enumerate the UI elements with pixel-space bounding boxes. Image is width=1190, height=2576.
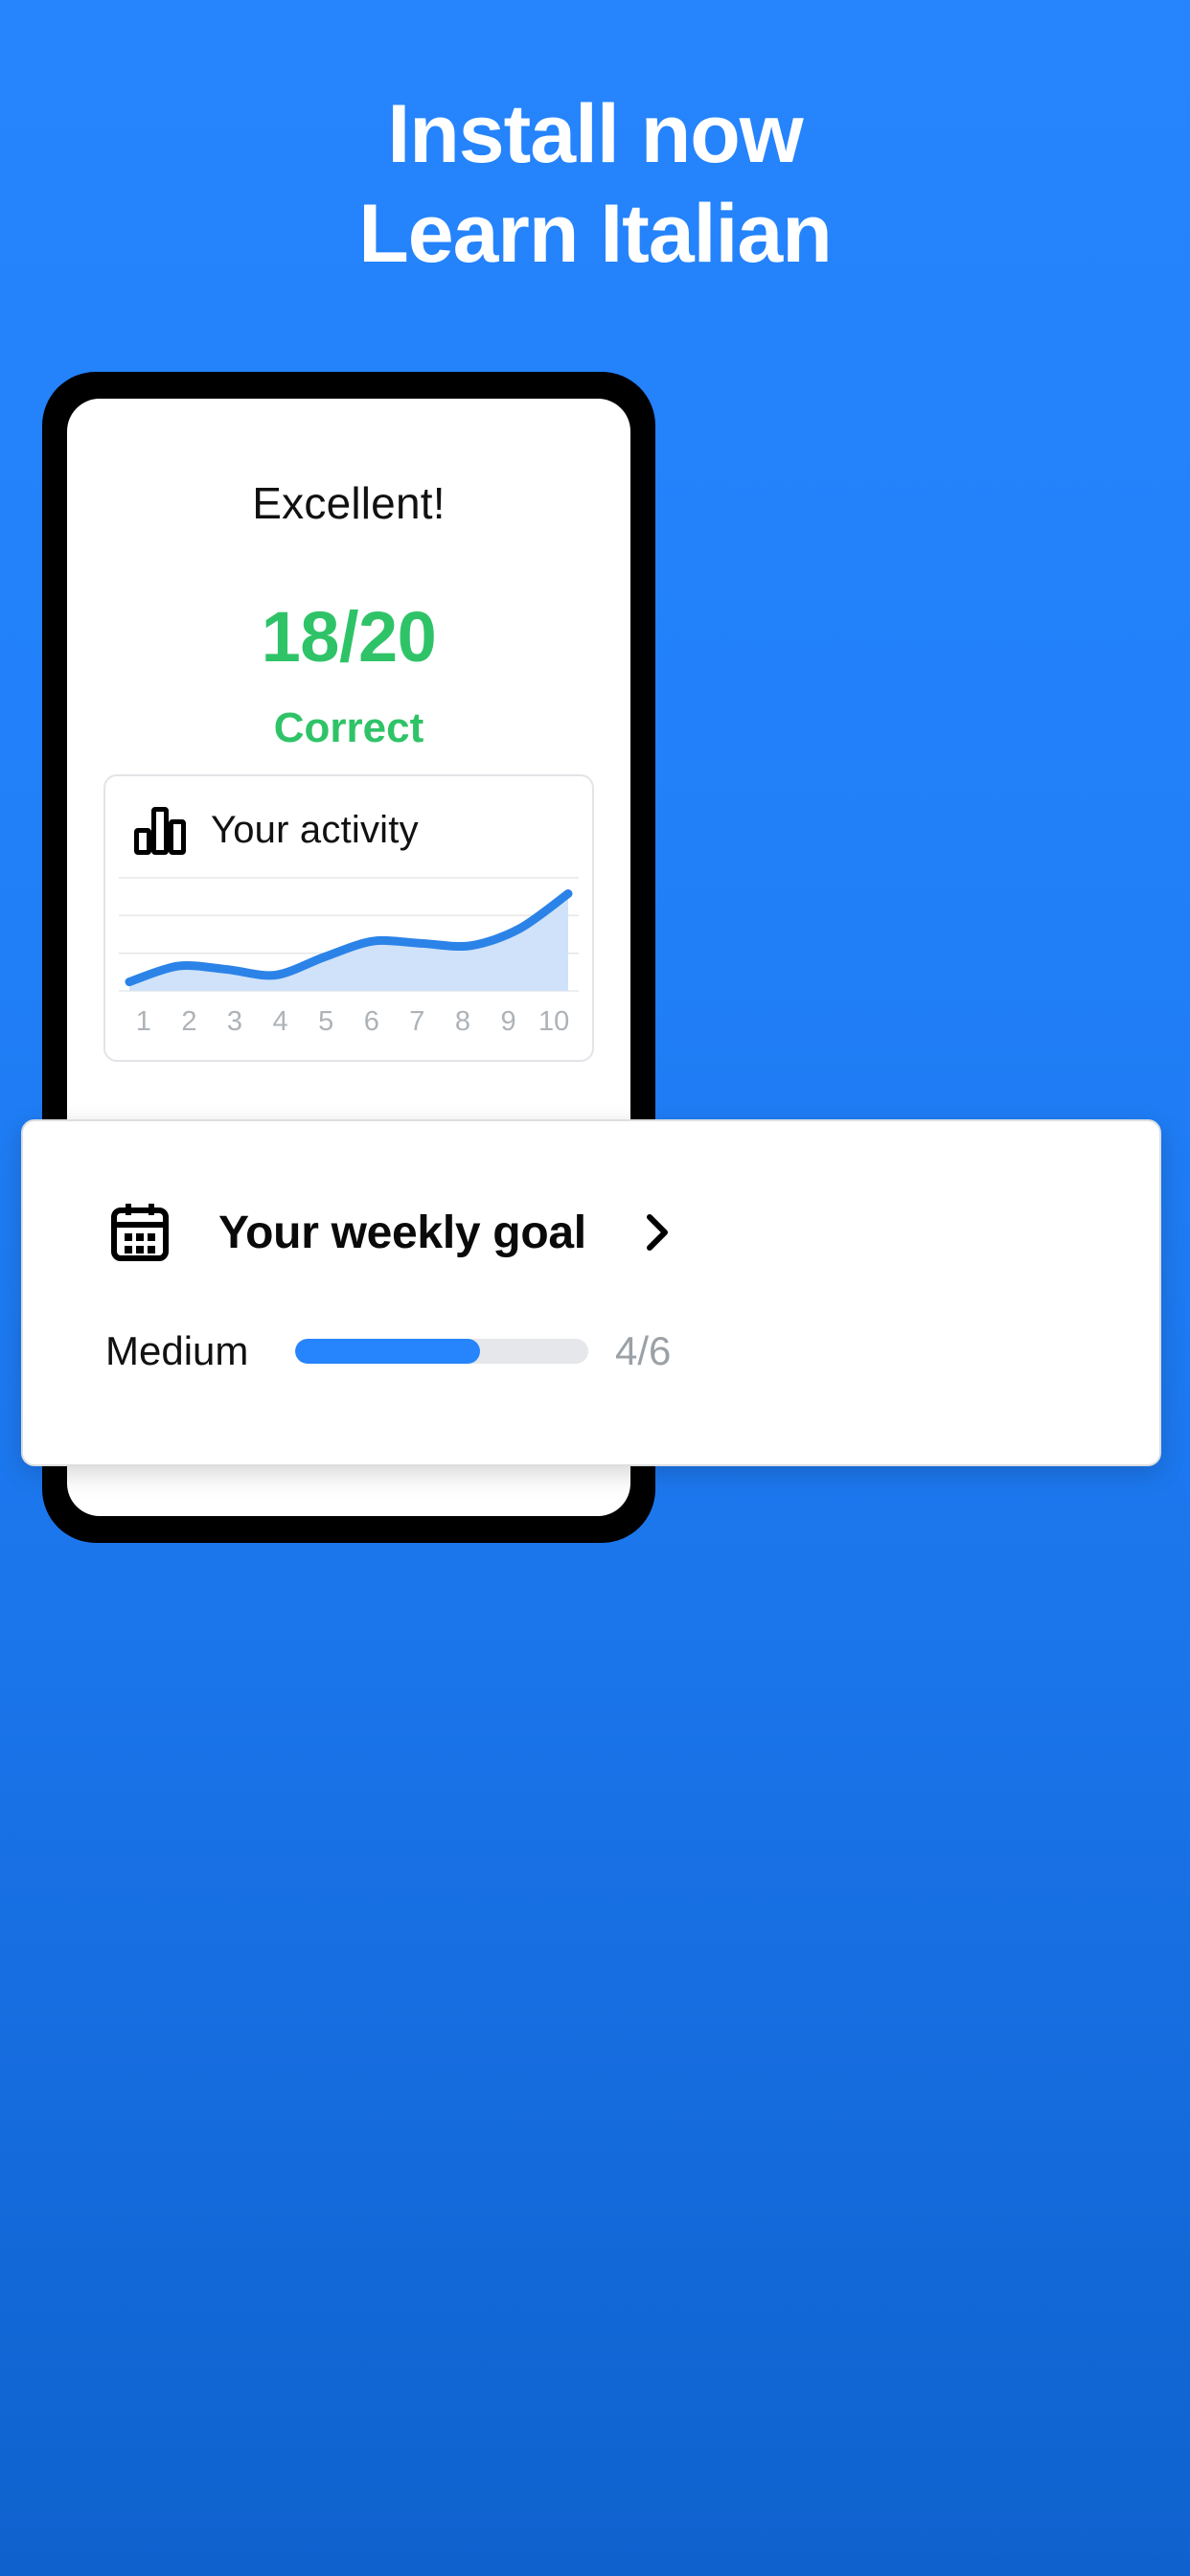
chart-x-tick: 4 (272, 1006, 288, 1037)
activity-card[interactable]: Your activity 1 2 3 4 5 6 7 8 9 10 (103, 774, 594, 1062)
weekly-goal-header: Your weekly goal (23, 1121, 1159, 1267)
goal-progress-fill (295, 1339, 480, 1364)
result-score: 18/20 (261, 597, 437, 677)
activity-card-header: Your activity (105, 776, 592, 855)
weekly-goal-card[interactable]: Your weekly goal Medium 4/6 (21, 1119, 1161, 1466)
activity-card-title: Your activity (211, 808, 419, 851)
result-caption: Correct (273, 704, 424, 751)
bar-chart-icon (134, 805, 186, 855)
promo-headline: Install now Learn Italian (0, 84, 1190, 284)
chart-x-tick: 5 (318, 1006, 334, 1037)
quiz-result: Excellent! 18/20 Correct (67, 477, 630, 752)
chart-x-tick: 10 (538, 1006, 570, 1037)
headline-line-1: Install now (387, 88, 803, 180)
chevron-right-icon[interactable] (640, 1206, 675, 1259)
goal-level-label: Medium (105, 1328, 249, 1373)
goal-count-label: 4/6 (615, 1328, 672, 1373)
headline-line-2: Learn Italian (358, 188, 833, 280)
weekly-goal-title: Your weekly goal (218, 1207, 586, 1258)
chart-area-fill (129, 893, 568, 991)
goal-progress-bar (295, 1339, 588, 1364)
chart-x-axis: 1 2 3 4 5 6 7 8 9 10 (105, 1006, 592, 1038)
result-title: Excellent! (252, 478, 446, 528)
chart-x-tick: 7 (409, 1006, 425, 1037)
chart-x-tick: 8 (454, 1006, 471, 1037)
chart-x-tick: 9 (500, 1006, 516, 1037)
chart-x-tick: 3 (226, 1006, 243, 1037)
activity-chart (105, 872, 592, 997)
chart-x-tick: 6 (363, 1006, 379, 1037)
chart-x-tick: 1 (135, 1006, 151, 1037)
weekly-goal-progress-row: Medium 4/6 (23, 1267, 1159, 1374)
calendar-icon (105, 1198, 174, 1267)
chart-x-tick: 2 (181, 1006, 197, 1037)
